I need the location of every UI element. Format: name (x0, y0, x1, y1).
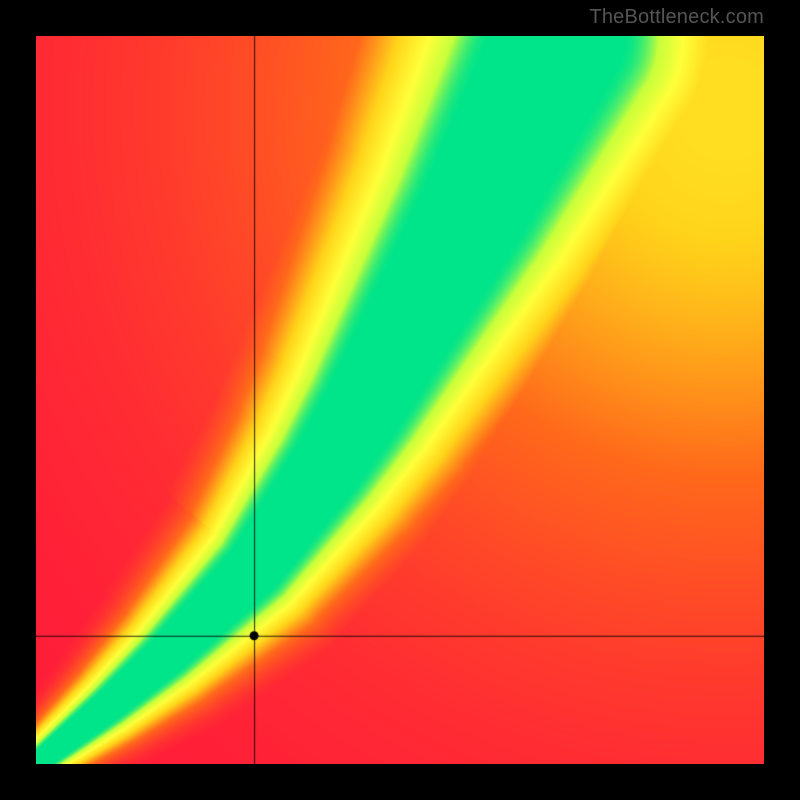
heatmap-canvas (36, 36, 764, 764)
watermark-text: TheBottleneck.com (589, 6, 764, 29)
chart-container: TheBottleneck.com (0, 0, 800, 800)
